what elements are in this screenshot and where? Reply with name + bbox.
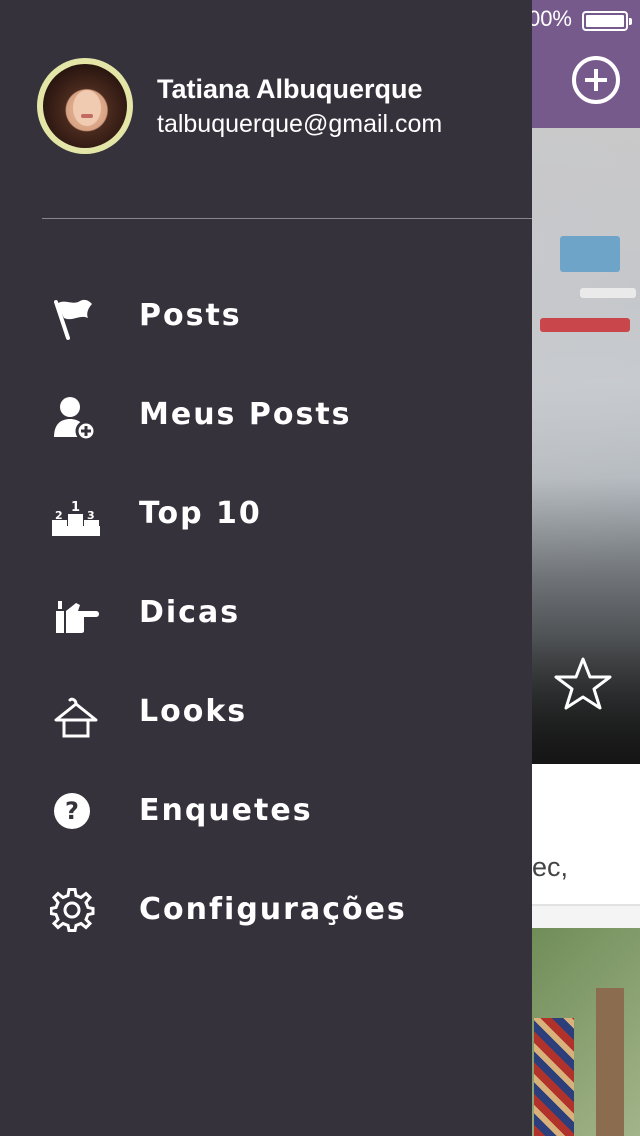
question-icon: ? [54,793,90,829]
menu-item-label: Dicas [139,595,241,630]
svg-text:2: 2 [55,509,63,522]
battery-icon [582,11,632,31]
svg-text:?: ? [65,797,79,825]
menu-item-label: Configurações [139,892,407,927]
svg-text:1: 1 [71,500,80,515]
add-post-button[interactable] [572,56,620,104]
flag-icon [54,299,92,340]
favorite-star-icon[interactable] [554,656,612,714]
divider [42,218,532,219]
profile-photo [43,64,127,148]
menu-item-label: Posts [139,298,242,333]
gear-icon [50,888,95,932]
avatar[interactable] [37,58,133,154]
podium-icon: 2 1 3 [52,500,100,536]
menu-item-configuracoes[interactable]: Configurações [0,864,532,963]
menu-item-label: Meus Posts [139,397,352,432]
menu-item-label: Looks [139,694,248,729]
pointing-hand-icon [56,601,99,633]
menu-item-enquetes[interactable]: ? Enquetes [0,765,532,864]
profile-name: Tatiana Albuquerque [157,74,423,104]
battery-percentage: 00% [527,6,572,31]
side-drawer: Tatiana Albuquerque talbuquerque@gmail.c… [0,0,532,1136]
post-snippet: ec, [531,852,568,882]
menu-item-dicas[interactable]: Dicas [0,567,532,666]
user-add-icon [54,397,97,442]
menu-item-posts[interactable]: Posts [0,270,532,369]
menu-item-label: Enquetes [139,793,313,828]
profile-email: talbuquerque@gmail.com [157,110,443,138]
menu-item-top-10[interactable]: 2 1 3 Top 10 [0,468,532,567]
hanger-icon [54,697,98,738]
svg-text:3: 3 [87,509,95,522]
menu-item-looks[interactable]: Looks [0,666,532,765]
menu-item-label: Top 10 [139,496,262,531]
menu-item-meus-posts[interactable]: Meus Posts [0,369,532,468]
